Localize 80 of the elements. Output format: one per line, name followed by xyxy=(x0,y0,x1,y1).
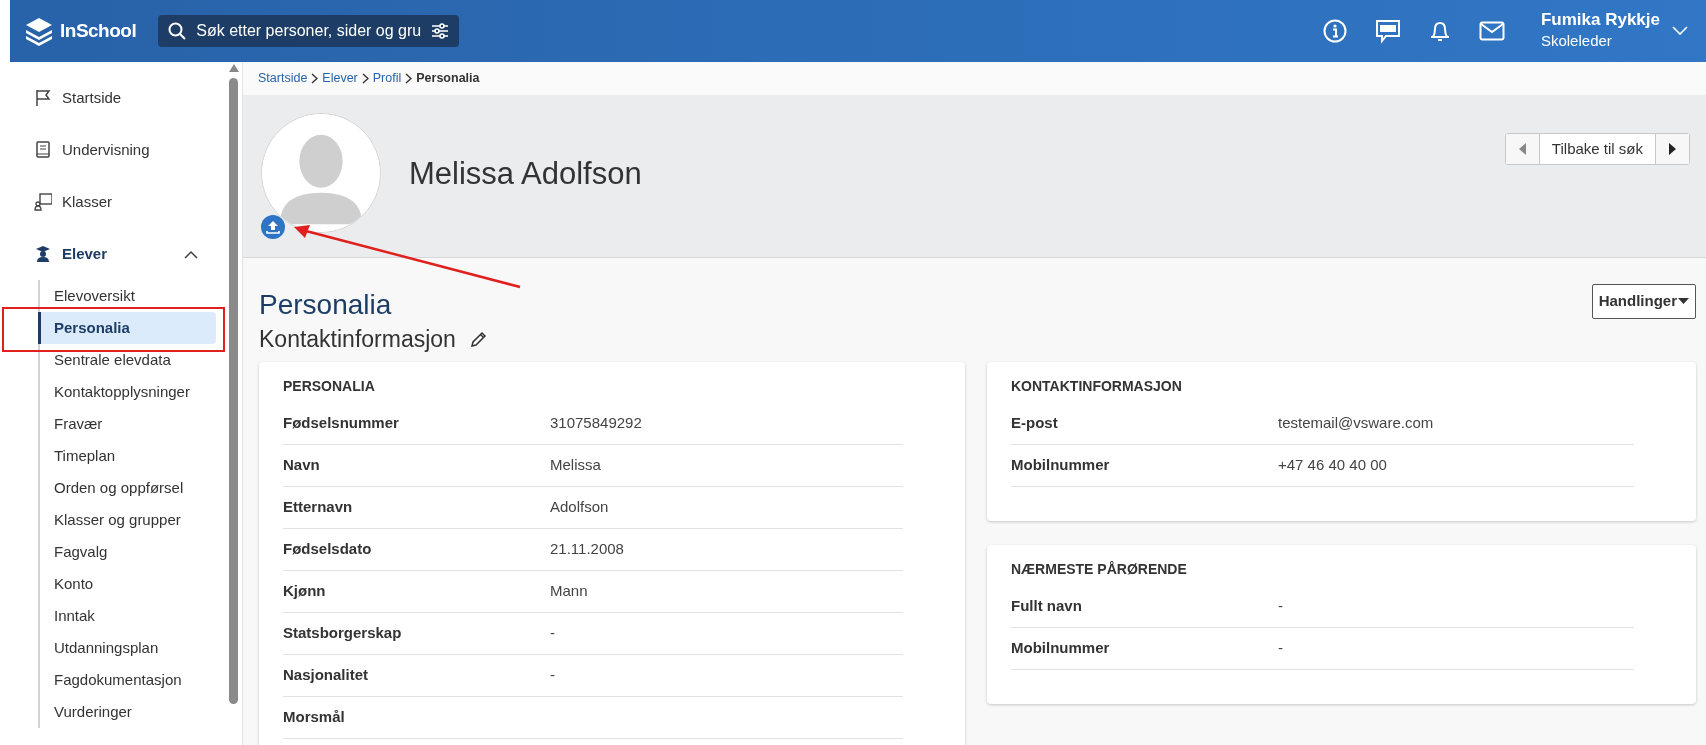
sidebar-subitem[interactable]: Konto xyxy=(40,568,216,600)
field-label: Kjønn xyxy=(283,581,327,602)
sidebar-subitem[interactable]: Vurderinger xyxy=(40,696,216,728)
scroll-up-icon xyxy=(229,64,239,72)
logo-text: InSchool xyxy=(60,18,137,43)
sidebar-item[interactable]: Elever xyxy=(0,228,226,280)
sidebar-subitem[interactable]: Inntak xyxy=(40,600,216,632)
sidebar-subitem[interactable]: Personalia xyxy=(38,312,216,344)
pencil-icon[interactable] xyxy=(469,330,487,348)
upload-icon xyxy=(266,220,280,234)
sidebar-subitem[interactable]: Fravær xyxy=(40,408,216,440)
chevron-right-icon xyxy=(361,73,369,84)
sidebar-subitem[interactable]: Utdanningsplan xyxy=(40,632,216,664)
user-name: Fumika Rykkje xyxy=(1540,9,1660,30)
student-icon xyxy=(34,244,52,264)
search-icon xyxy=(168,22,187,40)
student-name: Melissa Adolfson xyxy=(409,155,642,193)
breadcrumb-item[interactable]: Elever xyxy=(322,69,358,88)
field-value: - xyxy=(1278,596,1283,617)
sidebar-subitem[interactable]: Fagvalg xyxy=(40,536,216,568)
field-value: 31075849292 xyxy=(550,413,642,434)
field-value: - xyxy=(550,623,555,644)
field-label: Etternavn xyxy=(283,497,354,518)
bell-icon[interactable] xyxy=(1428,19,1451,43)
caret-left-icon xyxy=(1518,143,1526,155)
sidebar-subitem[interactable]: Kontaktopplysninger xyxy=(40,376,216,408)
card-title: PERSONALIA xyxy=(283,377,376,397)
field-value: - xyxy=(1278,638,1283,659)
field-label: Fødselsdato xyxy=(283,539,373,560)
field-value: - xyxy=(550,665,555,686)
caret-right-icon xyxy=(1669,143,1676,155)
field-label: Mobilnummer xyxy=(1011,638,1111,659)
field-value: +47 46 40 40 00 xyxy=(1278,455,1387,476)
field-label: Fullt navn xyxy=(1011,596,1083,617)
field-label: E-post xyxy=(1011,413,1059,434)
page-title: Personalia xyxy=(259,288,392,322)
field-label: Navn xyxy=(283,455,321,476)
sidebar-subitem[interactable]: Timeplan xyxy=(40,440,216,472)
chevron-down-icon[interactable] xyxy=(1672,26,1688,36)
card-title: NÆRMESTE PÅRØRENDE xyxy=(1011,560,1188,580)
sidebar-subitem[interactable]: Klasser og grupper xyxy=(40,504,216,536)
logo-icon xyxy=(24,16,54,46)
field-label: Fødselsnummer xyxy=(283,413,400,434)
field-label: Statsborgerskap xyxy=(283,623,403,644)
next-button[interactable] xyxy=(1656,134,1689,164)
card-title: KONTAKTINFORMASJON xyxy=(1011,377,1183,397)
field-value: Melissa xyxy=(550,455,601,476)
flag-icon xyxy=(34,88,52,108)
field-value: testemail@vsware.com xyxy=(1278,413,1434,434)
filter-icon xyxy=(431,23,450,39)
search-field[interactable]: Søk etter personer, sider og gru xyxy=(158,15,460,47)
field-label: Nasjonalitet xyxy=(283,665,370,686)
breadcrumb-item[interactable]: Startside xyxy=(258,69,308,88)
field-value: Mann xyxy=(550,581,588,602)
upload-button[interactable] xyxy=(261,215,285,239)
breadcrumb-item[interactable]: Profil xyxy=(372,69,402,88)
breadcrumb-item: Personalia xyxy=(416,70,480,88)
mail-icon[interactable] xyxy=(1478,21,1505,41)
caret-down-icon xyxy=(1678,298,1689,305)
section-title: Kontaktinformasjon xyxy=(259,325,456,354)
sidebar-item[interactable]: Undervisning xyxy=(0,124,226,176)
back-to-search-button[interactable]: Tilbake til søk xyxy=(1538,134,1656,164)
sidebar-item[interactable]: Klasser xyxy=(0,176,226,228)
actions-button[interactable]: Handlinger xyxy=(1591,284,1696,319)
field-value: 21.11.2008 xyxy=(550,539,624,560)
sidebar-item[interactable]: Startside xyxy=(0,72,226,124)
field-label: Morsmål xyxy=(283,707,346,728)
sidebar-subitem[interactable]: Sentrale elevdata xyxy=(40,344,216,376)
sms-icon[interactable] xyxy=(1374,18,1401,44)
sidebar-subitem[interactable]: Orden og oppførsel xyxy=(40,472,216,504)
field-label: Mobilnummer xyxy=(1011,455,1111,476)
sidebar-subitem[interactable]: Fagdokumentasjon xyxy=(40,664,216,696)
classroom-icon xyxy=(34,192,52,212)
book-icon xyxy=(34,140,52,160)
field-value: Adolfson xyxy=(550,497,609,518)
chevron-right-icon xyxy=(311,73,319,84)
user-role: Skoleleder xyxy=(1540,30,1613,51)
info-icon[interactable] xyxy=(1322,19,1347,43)
sidebar-subitem[interactable]: Elevoversikt xyxy=(40,280,216,312)
chevron-right-icon xyxy=(405,73,413,84)
